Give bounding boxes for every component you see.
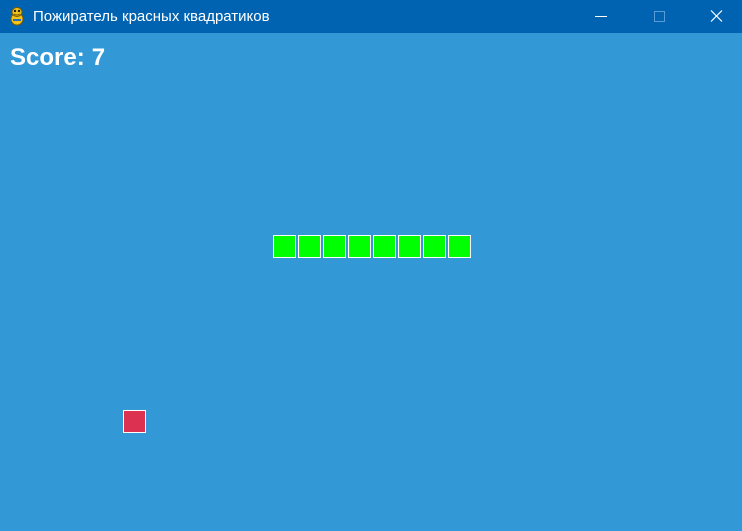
red-square-food (123, 410, 146, 433)
snake-segment (373, 235, 396, 258)
snake-segment (348, 235, 371, 258)
snake-segment (423, 235, 446, 258)
close-icon (710, 10, 723, 22)
score-label: Score: (10, 44, 85, 71)
snake-segment (273, 235, 296, 258)
minimize-button[interactable] (572, 0, 630, 33)
title-bar[interactable]: Пожиратель красных квадратиков (0, 0, 742, 33)
snake-segment (448, 235, 471, 258)
game-canvas[interactable]: Score: 7 (0, 33, 742, 531)
maximize-icon (654, 11, 665, 22)
pygame-snake-icon (8, 6, 26, 26)
close-button[interactable] (688, 0, 742, 33)
snake-segment (323, 235, 346, 258)
minimize-icon (595, 16, 607, 17)
window-title: Пожиратель красных квадратиков (33, 8, 270, 25)
maximize-button[interactable] (630, 0, 688, 33)
snake-segment (298, 235, 321, 258)
score-value: 7 (91, 44, 106, 71)
game-window: Пожиратель красных квадратиков Score: 7 (0, 0, 742, 531)
score-display: Score: 7 (10, 44, 105, 72)
snake-segment (398, 235, 421, 258)
